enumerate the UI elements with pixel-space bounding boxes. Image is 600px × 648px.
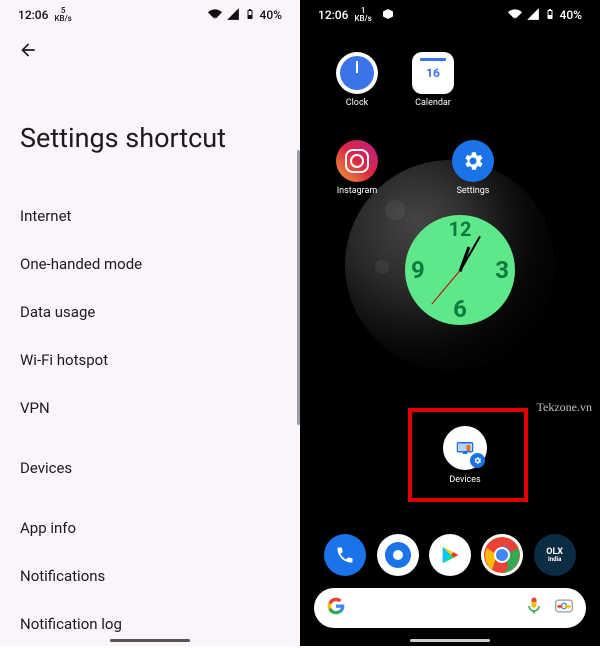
mic-icon[interactable] xyxy=(524,596,544,620)
list-item[interactable]: Notifications xyxy=(20,552,300,600)
dock: OLX India xyxy=(300,534,600,576)
calendar-icon: 16 xyxy=(412,52,454,94)
gear-icon xyxy=(452,140,494,182)
page-title: Settings shortcut xyxy=(0,74,300,192)
olx-icon[interactable]: OLX India xyxy=(534,534,576,576)
app-label: Instagram xyxy=(337,186,378,196)
chrome-icon[interactable] xyxy=(481,534,523,576)
watermark: Tekzone.vn xyxy=(537,400,592,415)
clock-num-3: 3 xyxy=(495,256,509,284)
home-screen: 12:06 1 KB/s 40% 12 3 6 xyxy=(300,0,600,646)
devices-icon xyxy=(443,426,487,470)
search-bar[interactable] xyxy=(314,588,586,628)
messages-icon[interactable] xyxy=(377,534,419,576)
clock-minute-hand xyxy=(459,236,481,272)
clock-icon xyxy=(336,52,378,94)
app-label: Settings xyxy=(457,186,490,196)
camera-icon[interactable] xyxy=(554,596,574,620)
signal-icon xyxy=(526,7,540,24)
wifi-icon xyxy=(508,7,522,24)
nav-bar[interactable] xyxy=(410,639,490,642)
status-battery-pct: 40% xyxy=(560,8,582,22)
settings-shortcut-screen: 12:06 5 KB/s 40% Settings shortcut Inter… xyxy=(0,0,300,646)
gear-badge-icon xyxy=(470,453,485,468)
signal-icon xyxy=(226,7,240,24)
list-item[interactable]: Devices xyxy=(20,444,300,492)
app-calendar[interactable]: 16 Calendar xyxy=(410,52,456,108)
back-icon[interactable] xyxy=(18,40,38,60)
status-battery-pct: 40% xyxy=(260,8,282,22)
app-clock[interactable]: Clock xyxy=(334,52,380,108)
list-item[interactable]: App info xyxy=(20,504,300,552)
list-item[interactable]: VPN xyxy=(20,384,300,432)
app-label: Calendar xyxy=(415,98,451,108)
shortcut-list: Internet One-handed mode Data usage Wi-F… xyxy=(0,192,300,648)
app-label: Clock xyxy=(346,98,368,108)
instagram-icon xyxy=(336,140,378,182)
devices-shortcut[interactable]: Devices xyxy=(443,426,487,485)
status-network-speed: 1 KB/s xyxy=(354,7,371,23)
clock-num-9: 9 xyxy=(411,256,425,284)
status-bar: 12:06 5 KB/s 40% xyxy=(0,0,300,30)
google-logo-icon xyxy=(326,596,346,620)
status-time: 12:06 xyxy=(18,8,48,22)
clock-num-12: 12 xyxy=(449,217,472,241)
phone-icon[interactable] xyxy=(324,534,366,576)
list-item[interactable]: Data usage xyxy=(20,288,300,336)
app-instagram[interactable]: Instagram xyxy=(334,140,380,196)
clock-num-6: 6 xyxy=(453,295,467,323)
app-settings[interactable]: Settings xyxy=(450,140,496,196)
status-bar: 12:06 1 KB/s 40% xyxy=(300,0,600,30)
wifi-icon xyxy=(208,7,222,24)
list-item[interactable]: Internet xyxy=(20,192,300,240)
list-item[interactable]: Wi-Fi hotspot xyxy=(20,336,300,384)
nav-bar[interactable] xyxy=(110,639,190,642)
play-store-icon[interactable] xyxy=(429,534,471,576)
battery-icon xyxy=(544,7,556,24)
status-time: 12:06 xyxy=(318,8,348,22)
shortcut-label: Devices xyxy=(449,475,480,485)
clock-widget[interactable]: 12 3 6 9 xyxy=(405,215,515,325)
dnd-icon xyxy=(382,8,394,23)
list-item[interactable]: One-handed mode xyxy=(20,240,300,288)
battery-icon xyxy=(244,7,256,24)
status-network-speed: 5 KB/s xyxy=(54,7,71,23)
olx-sublabel: India xyxy=(548,557,561,563)
